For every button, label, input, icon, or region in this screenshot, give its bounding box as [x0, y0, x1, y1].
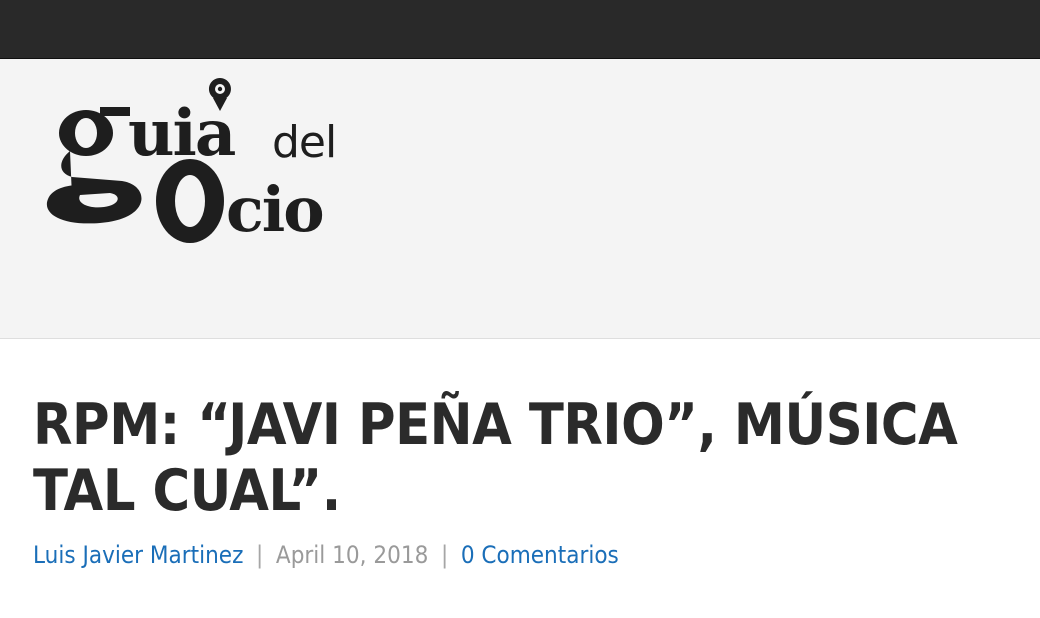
article: RPM: “JAVI PEÑA TRIO”, MÚSICA TAL CUAL”.… [33, 392, 1023, 570]
top-bar [0, 0, 1040, 59]
site-logo[interactable]: uia del cio [40, 73, 380, 253]
article-title: RPM: “JAVI PEÑA TRIO”, MÚSICA TAL CUAL”. [33, 392, 958, 524]
publish-date: April 10, 2018 [275, 541, 429, 569]
svg-text:uia: uia [128, 96, 235, 171]
author-link[interactable]: Luis Javier Martinez [33, 541, 243, 569]
comments-link[interactable]: 0 Comentarios [461, 541, 619, 569]
logo-graphic: uia del cio [46, 78, 337, 246]
site-header: uia del cio [0, 59, 1040, 339]
svg-text:del: del [272, 117, 336, 168]
article-meta: Luis Javier Martinez | April 10, 2018 | 0 Co… [33, 540, 924, 570]
svg-text:cio: cio [226, 173, 323, 246]
meta-separator: | [440, 541, 449, 569]
logo-letter-o [156, 159, 224, 243]
meta-separator: | [256, 541, 264, 569]
